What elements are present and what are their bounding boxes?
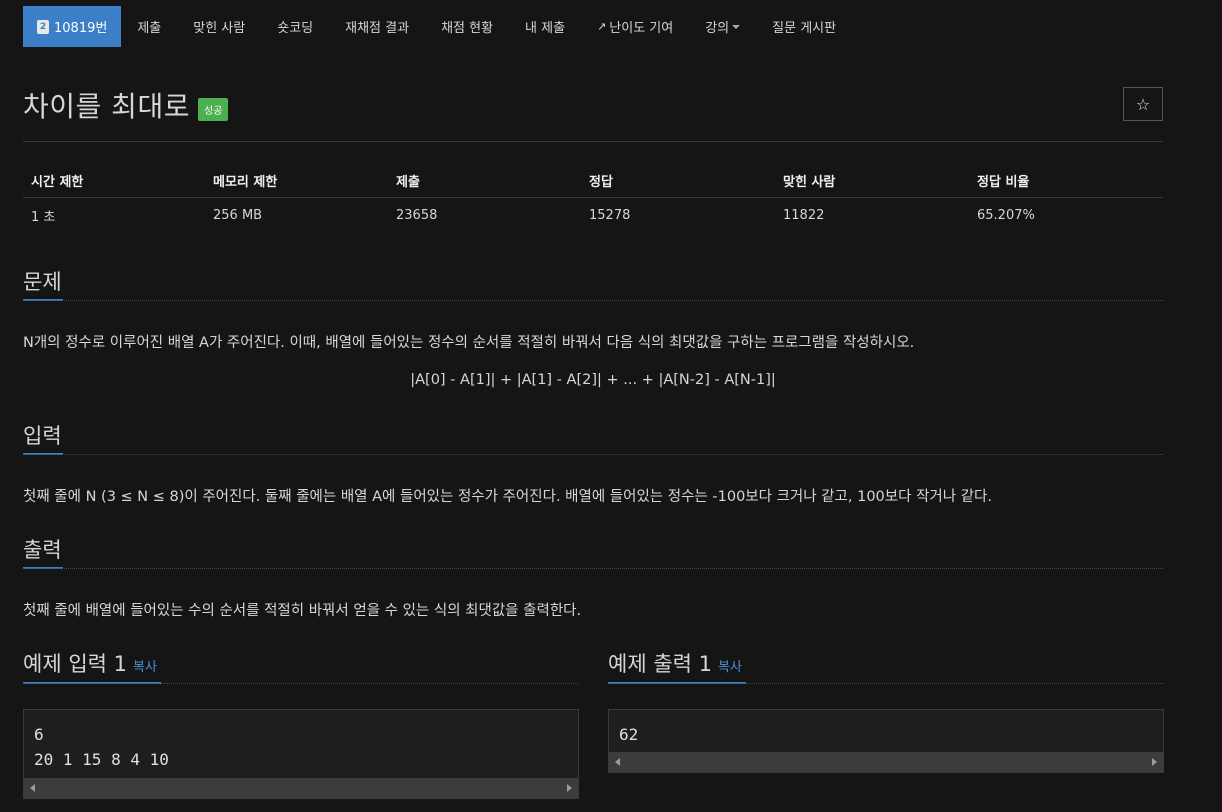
section-divider-problem (23, 300, 1163, 301)
nav-question-board[interactable]: 질문 게시판 (756, 6, 852, 47)
star-icon: ☆ (1135, 94, 1151, 114)
nav-rejudge-results[interactable]: 재채점 결과 (329, 6, 425, 47)
info-accepted: 15278 (589, 208, 631, 223)
problem-nav: 2 10819번 제출 맞힌 사람 숏코딩 재채점 결과 채점 현황 내 제출 … (23, 6, 852, 47)
sample-input-text: 6 20 1 15 8 4 10 (34, 725, 169, 769)
info-submissions: 23658 (396, 208, 438, 223)
sample-output-title: 예제 출력 1 (608, 652, 712, 676)
problem-description: N개의 정수로 이루어진 배열 A가 주어진다. 이때, 배열에 들어있는 정수… (23, 335, 915, 351)
nav-short-coding[interactable]: 숏코딩 (261, 6, 329, 47)
info-header-accept-ratio: 정답 비율 (977, 175, 1030, 190)
info-header-submissions: 제출 (396, 175, 420, 190)
header-divider (23, 141, 1163, 142)
sample-input-scrollbar[interactable] (24, 778, 578, 798)
problem-title: 차이를 최대로 (23, 90, 190, 123)
output-description: 첫째 줄에 배열에 들어있는 수의 순서를 적절히 바꿔서 얻을 수 있는 식의… (23, 603, 582, 619)
input-description: 첫째 줄에 N (3 ≤ N ≤ 8)이 주어진다. 둘째 줄에는 배열 A에 … (23, 489, 992, 505)
sample-input-box[interactable]: 6 20 1 15 8 4 10 (23, 709, 579, 799)
info-header-solved-users: 맞힌 사람 (783, 175, 836, 190)
nav-submit[interactable]: 제출 (121, 6, 177, 47)
info-header-accepted: 정답 (589, 175, 613, 190)
sample-input-title: 예제 입력 1 (23, 652, 127, 676)
info-header-memory-limit: 메모리 제한 (213, 175, 278, 190)
problem-badge-icon: 2 (37, 19, 49, 34)
sample-output-header: 예제 출력 1 복사 (608, 648, 742, 678)
section-title-problem: 문제 (23, 270, 62, 294)
info-header-time-limit: 시간 제한 (31, 175, 84, 190)
info-table-row: 1 초 256 MB 23658 15278 11822 65.207% (23, 198, 1163, 233)
info-memory-limit: 256 MB (213, 208, 263, 223)
section-divider-output (23, 568, 1163, 569)
section-title-input: 입력 (23, 424, 62, 448)
info-time-limit: 1 초 (31, 210, 56, 225)
scroll-left-icon[interactable] (30, 784, 35, 792)
nav-my-submissions[interactable]: 내 제출 (509, 6, 581, 47)
nav-judge-status[interactable]: 채점 현황 (425, 6, 509, 47)
sample-input-header: 예제 입력 1 복사 (23, 648, 157, 678)
copy-sample-output-button[interactable]: 복사 (718, 660, 742, 675)
scroll-right-icon[interactable] (1152, 758, 1157, 766)
caret-down-icon (732, 24, 741, 29)
favorite-star-button[interactable]: ☆ (1123, 87, 1163, 121)
nav-solved-users[interactable]: 맞힌 사람 (177, 6, 261, 47)
problem-formula: |A[0] - A[1]| + |A[1] - A[2]| + ... + |A… (410, 372, 776, 388)
section-divider-sample-output (608, 683, 1163, 684)
page: 2 10819번 제출 맞힌 사람 숏코딩 재채점 결과 채점 현황 내 제출 … (0, 0, 1222, 812)
section-divider-input (23, 454, 1163, 455)
nav-problem-number-label: 10819번 (54, 21, 108, 36)
info-accept-ratio: 65.207% (977, 208, 1035, 223)
sample-output-scrollbar[interactable] (609, 752, 1163, 772)
problem-header: 차이를 최대로 성공 (23, 85, 229, 125)
problem-info-table: 시간 제한 메모리 제한 제출 정답 맞힌 사람 정답 비율 1 초 256 M… (23, 164, 1163, 233)
info-solved-users: 11822 (783, 208, 825, 223)
info-table-header: 시간 제한 메모리 제한 제출 정답 맞힌 사람 정답 비율 (23, 164, 1163, 198)
nav-difficulty-contribution[interactable]: ↗ 난이도 기여 (581, 6, 689, 47)
copy-sample-input-button[interactable]: 복사 (133, 660, 157, 675)
nav-difficulty-label: 난이도 기여 (609, 21, 674, 36)
nav-lectures-label: 강의 (705, 21, 730, 36)
nav-lectures-dropdown[interactable]: 강의 (689, 6, 756, 47)
scroll-right-icon[interactable] (567, 784, 572, 792)
sample-output-box[interactable]: 62 (608, 709, 1164, 773)
section-title-output: 출력 (23, 538, 62, 562)
scroll-left-icon[interactable] (615, 758, 620, 766)
section-divider-sample-input (23, 683, 578, 684)
status-badge: 성공 (197, 97, 229, 121)
sample-output-text: 62 (619, 725, 639, 744)
external-link-icon: ↗ (597, 20, 607, 33)
nav-problem-number[interactable]: 2 10819번 (23, 6, 122, 47)
